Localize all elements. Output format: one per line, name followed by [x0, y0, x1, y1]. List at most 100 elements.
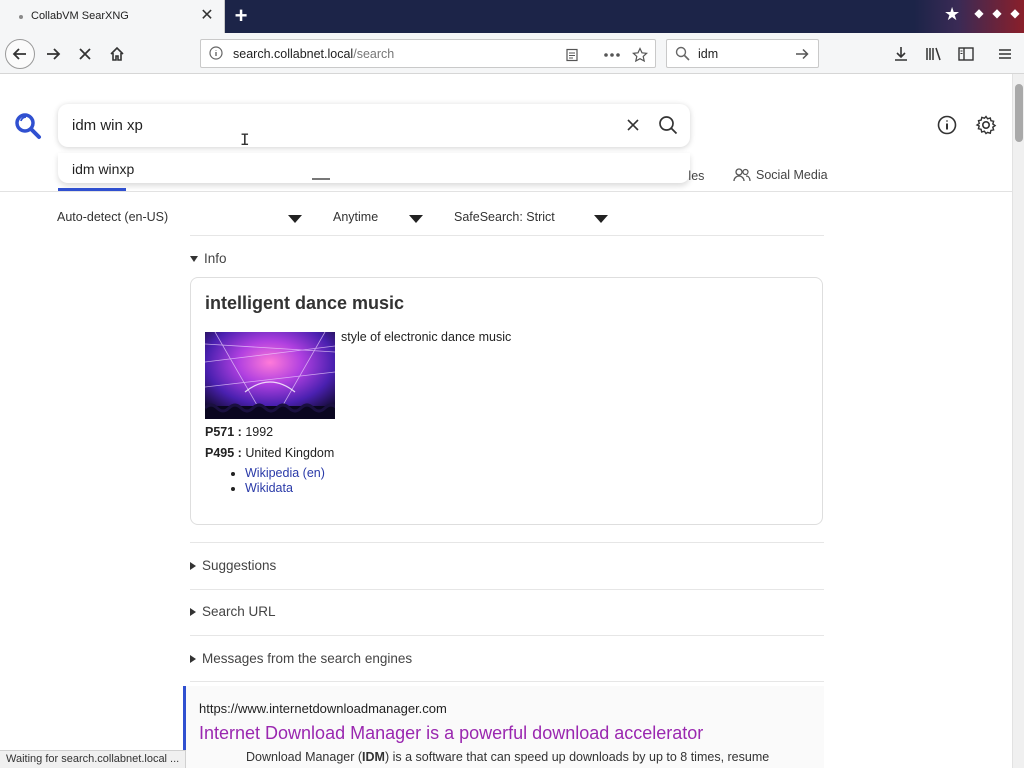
- searxng-logo-icon[interactable]: [14, 112, 42, 145]
- suggestions-toggle[interactable]: Suggestions: [190, 558, 276, 573]
- bookmark-star-icon[interactable]: [631, 46, 649, 64]
- tab-social-media-label: Social Media: [756, 168, 828, 182]
- divider: [190, 542, 824, 543]
- divider: [190, 635, 824, 636]
- star-icon: ★: [944, 4, 961, 24]
- time-range-select[interactable]: Anytime: [333, 210, 378, 224]
- search-url-toggle[interactable]: Search URL: [190, 604, 276, 619]
- result-snippet: Download Manager (IDM) is a software tha…: [246, 750, 769, 764]
- language-select[interactable]: Auto-detect (en-US): [57, 210, 168, 224]
- browser-search-bar[interactable]: idm: [666, 39, 819, 68]
- stop-button[interactable]: [71, 40, 99, 68]
- infobox-links: Wikipedia (en) Wikidata: [231, 466, 325, 496]
- download-icon: [895, 47, 907, 61]
- list-item: Wikidata: [245, 481, 325, 496]
- forward-button[interactable]: [39, 40, 67, 68]
- downloads-button[interactable]: [891, 44, 911, 64]
- triangle-right-icon: [190, 607, 196, 616]
- divider: [190, 681, 824, 682]
- triangle-right-icon: [190, 561, 196, 570]
- search-result: https://www.internetdownloadmanager.com …: [183, 686, 824, 768]
- page-actions-icon[interactable]: [603, 46, 621, 64]
- library-icon: [926, 47, 941, 61]
- info-toggle[interactable]: Info: [190, 251, 227, 266]
- url-text[interactable]: search.collabnet.local/search: [233, 47, 394, 61]
- people-icon: [733, 168, 751, 182]
- diamond-icon: ◆: [992, 6, 1002, 20]
- engine-messages-toggle[interactable]: Messages from the search engines: [190, 651, 412, 666]
- browser-tab[interactable]: CollabVM SearXNG ✕: [0, 0, 225, 33]
- tab-social-media[interactable]: Social Media: [733, 167, 828, 183]
- result-url[interactable]: https://www.internetdownloadmanager.com: [199, 701, 447, 716]
- snippet-text: Download Manager (: [246, 750, 363, 764]
- tab-bar: CollabVM SearXNG ✕ + ★ ◆ ◆ ◆: [0, 0, 1024, 33]
- text-cursor-icon: I: [240, 130, 250, 149]
- infobox-attribute: P571 : 1992: [205, 425, 273, 439]
- info-icon[interactable]: [936, 114, 958, 136]
- wikipedia-link[interactable]: Wikipedia (en): [245, 466, 325, 480]
- infobox-attribute: P495 : United Kingdom: [205, 446, 334, 460]
- search-url-label: Search URL: [202, 604, 276, 619]
- search-icon: [659, 116, 678, 135]
- safesearch-select[interactable]: SafeSearch: Strict: [454, 210, 555, 224]
- attribute-value: 1992: [241, 425, 274, 439]
- infobox-title: intelligent dance music: [205, 293, 405, 313]
- arrow-right-icon: [47, 48, 61, 60]
- chevron-down-icon[interactable]: [409, 215, 423, 223]
- page-scrollbar[interactable]: [1012, 74, 1024, 768]
- triangle-down-icon: [190, 255, 198, 262]
- wikidata-link[interactable]: Wikidata: [245, 481, 293, 495]
- triangle-right-icon: [190, 654, 196, 663]
- browser-search-text[interactable]: idm: [698, 47, 718, 61]
- clear-search-button[interactable]: [624, 116, 642, 139]
- chevron-down-icon[interactable]: [288, 215, 302, 223]
- attribute-value: United Kingdom: [241, 446, 335, 460]
- tab-title: CollabVM SearXNG: [31, 10, 129, 22]
- arrow-left-icon: [12, 48, 26, 60]
- navigation-toolbar: search.collabnet.local/search idm: [0, 33, 1024, 74]
- menu-button[interactable]: [995, 44, 1015, 64]
- sidebar-icon: [958, 47, 974, 61]
- url-bar[interactable]: search.collabnet.local/search: [200, 39, 656, 68]
- close-icon: [79, 48, 91, 60]
- infobox-description: style of electronic dance music: [341, 330, 512, 344]
- info-toggle-label: Info: [204, 251, 227, 266]
- infobox-image: [205, 332, 335, 419]
- attribute-key: P571 :: [205, 425, 242, 439]
- home-button[interactable]: [103, 40, 131, 68]
- search-input[interactable]: idm win xp: [72, 117, 143, 134]
- search-go-icon[interactable]: [794, 46, 810, 67]
- category-tab-icon: [312, 178, 330, 186]
- diamond-icon: ◆: [1010, 6, 1020, 20]
- close-icon: [627, 119, 639, 131]
- new-tab-button[interactable]: +: [229, 5, 253, 29]
- infobox: intelligent dance music style of electro…: [190, 277, 823, 525]
- search-button[interactable]: [658, 115, 678, 140]
- autocomplete-item[interactable]: idm winxp: [72, 161, 134, 177]
- divider: [190, 589, 824, 590]
- suggestions-label: Suggestions: [202, 558, 277, 573]
- reader-view-icon[interactable]: [563, 46, 581, 64]
- autocomplete-dropdown: idm winxp: [58, 153, 690, 183]
- scrollbar-thumb[interactable]: [1015, 84, 1023, 142]
- snippet-text: ) is a software that can speed up downlo…: [384, 750, 770, 764]
- list-item: Wikipedia (en): [245, 466, 325, 481]
- divider: [190, 235, 824, 236]
- status-bar: Waiting for search.collabnet.local ...: [0, 750, 187, 768]
- tab-loading-icon: [19, 15, 23, 19]
- sidebar-button[interactable]: [956, 44, 976, 64]
- search-filters: Auto-detect (en-US) Anytime SafeSearch: …: [0, 209, 1012, 231]
- site-info-icon[interactable]: [209, 46, 223, 65]
- query-box[interactable]: idm win xp: [58, 104, 690, 147]
- library-button[interactable]: [924, 44, 944, 64]
- attribute-key: P495 :: [205, 446, 242, 460]
- chevron-down-icon[interactable]: [594, 215, 608, 223]
- snippet-highlight: IDM: [362, 750, 385, 764]
- back-button[interactable]: [5, 39, 35, 69]
- engine-messages-label: Messages from the search engines: [202, 651, 413, 666]
- gear-icon[interactable]: [975, 114, 997, 136]
- result-title-link[interactable]: Internet Download Manager is a powerful …: [199, 723, 703, 744]
- hamburger-icon: [999, 49, 1011, 59]
- tab-close-icon[interactable]: ✕: [199, 8, 215, 24]
- home-icon: [110, 46, 124, 61]
